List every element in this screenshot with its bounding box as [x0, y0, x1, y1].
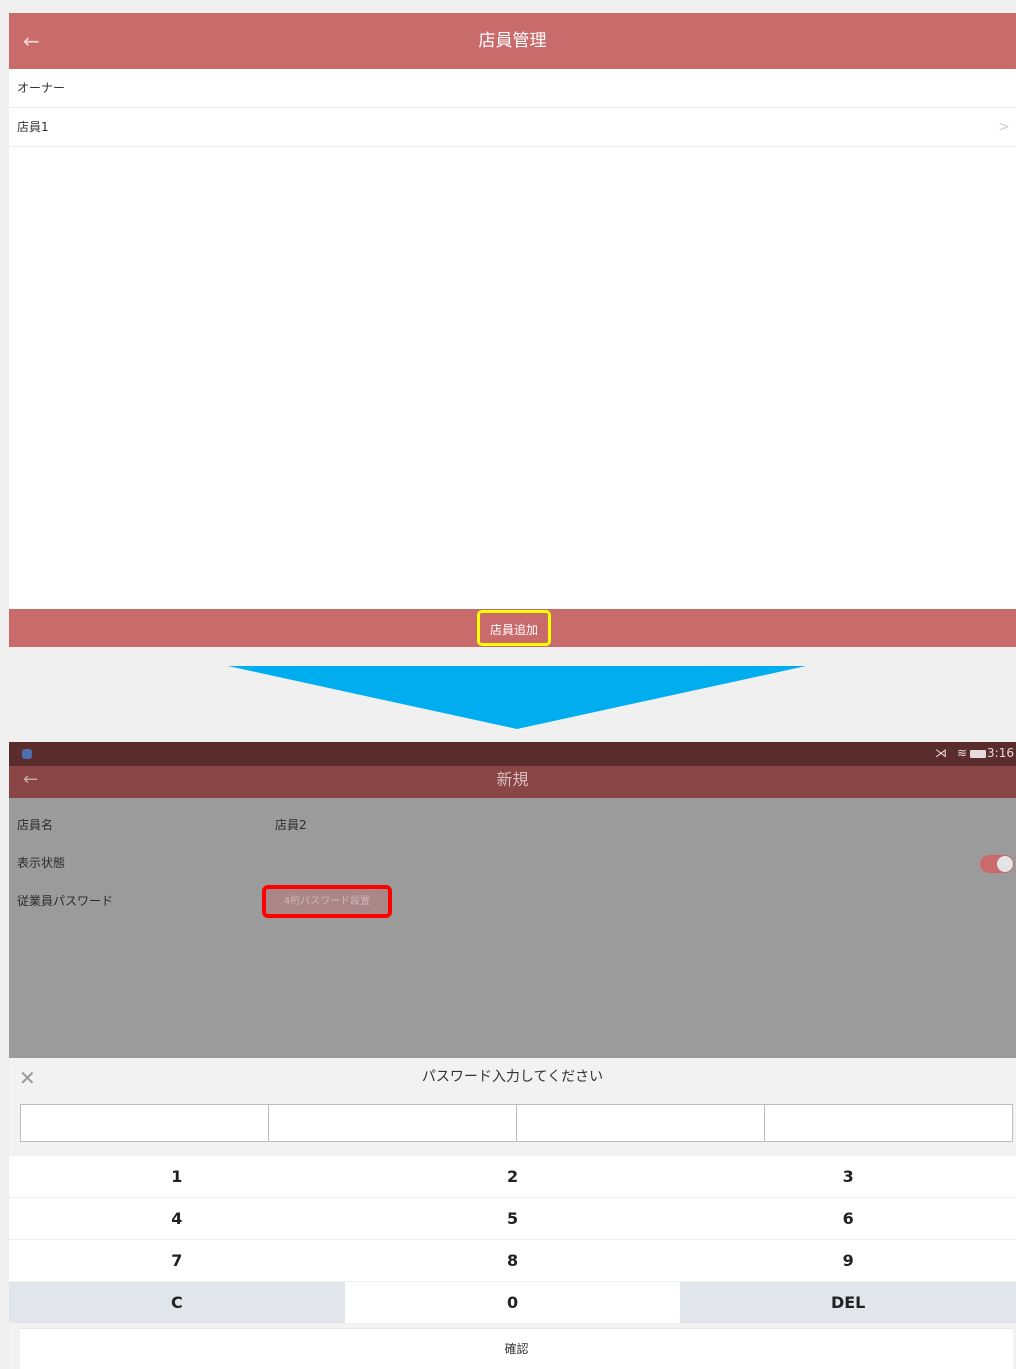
status-bar: ⋊ ≋ 3:16 — [9, 742, 1016, 766]
transition-arrow-icon — [228, 666, 806, 729]
password-label: 従業員パスワード — [17, 894, 114, 908]
list-item-label: 店員1 — [17, 120, 49, 134]
key-8[interactable]: 8 — [344, 1240, 681, 1282]
page-title: 店員管理 — [478, 31, 547, 51]
battery-icon — [970, 750, 986, 758]
chevron-right-icon: > — [998, 119, 1010, 135]
pin-input[interactable] — [20, 1104, 1013, 1142]
bottom-action-bar: 店員追加 — [9, 609, 1016, 647]
staff-management-screen: ← 店員管理 オーナー 店員1 > 店員追加 — [9, 13, 1016, 647]
list-item-label: オーナー — [17, 81, 66, 95]
form-row-password: 従業員パスワード 4桁パスワード設置 — [9, 882, 1016, 920]
pin-digit-1[interactable] — [21, 1105, 269, 1141]
key-5[interactable]: 5 — [344, 1198, 681, 1240]
confirm-button[interactable]: 確認 — [20, 1328, 1013, 1369]
signal-wifi-icon: ⋊ ≋ — [935, 746, 970, 760]
new-staff-screen: ⋊ ≋ 3:16 ← 新規 店員名 店員2 表示状態 従業員パスワード 4桁パス… — [9, 742, 1016, 1369]
pin-digit-2[interactable] — [269, 1105, 517, 1141]
status-time: 3:16 — [987, 746, 1014, 760]
app-bar: ← 新規 — [9, 766, 1016, 798]
display-toggle[interactable] — [980, 855, 1014, 873]
shield-icon — [22, 749, 32, 759]
name-value[interactable]: 店員2 — [275, 806, 307, 844]
pin-digit-3[interactable] — [517, 1105, 765, 1141]
key-9[interactable]: 9 — [680, 1240, 1016, 1282]
form-row-name: 店員名 店員2 — [9, 806, 1016, 844]
key-7[interactable]: 7 — [9, 1240, 345, 1282]
staff-form: 店員名 店員2 表示状態 従業員パスワード 4桁パスワード設置 — [9, 798, 1016, 1058]
list-item-staff1[interactable]: 店員1 > — [9, 108, 1016, 147]
key-2[interactable]: 2 — [344, 1156, 681, 1198]
dialog-title: パスワード入力してください — [421, 1069, 604, 1085]
keypad-row: 4 5 6 — [9, 1198, 1016, 1240]
add-staff-button[interactable]: 店員追加 — [477, 610, 551, 646]
delete-key[interactable]: DEL — [680, 1282, 1016, 1324]
pin-digit-4[interactable] — [765, 1105, 1012, 1141]
key-3[interactable]: 3 — [680, 1156, 1016, 1198]
display-label: 表示状態 — [17, 856, 66, 870]
numeric-keypad: 1 2 3 4 5 6 7 8 9 C 0 DEL — [9, 1156, 1016, 1324]
list-item-owner[interactable]: オーナー — [9, 69, 1016, 108]
keypad-row: 1 2 3 — [9, 1156, 1016, 1198]
set-password-button[interactable]: 4桁パスワード設置 — [262, 885, 392, 918]
key-1[interactable]: 1 — [9, 1156, 345, 1198]
keypad-row: C 0 DEL — [9, 1282, 1016, 1324]
key-6[interactable]: 6 — [680, 1198, 1016, 1240]
app-bar: ← 店員管理 — [9, 13, 1016, 69]
password-dialog: ✕ パスワード入力してください 1 2 3 4 5 6 7 8 9 C 0 DE… — [9, 1058, 1016, 1369]
key-0[interactable]: 0 — [344, 1282, 681, 1324]
key-4[interactable]: 4 — [9, 1198, 345, 1240]
keypad-row: 7 8 9 — [9, 1240, 1016, 1282]
clear-key[interactable]: C — [9, 1282, 345, 1324]
form-row-display: 表示状態 — [9, 844, 1016, 882]
page-title: 新規 — [496, 770, 529, 789]
toggle-knob — [997, 856, 1013, 872]
name-label: 店員名 — [17, 818, 54, 832]
